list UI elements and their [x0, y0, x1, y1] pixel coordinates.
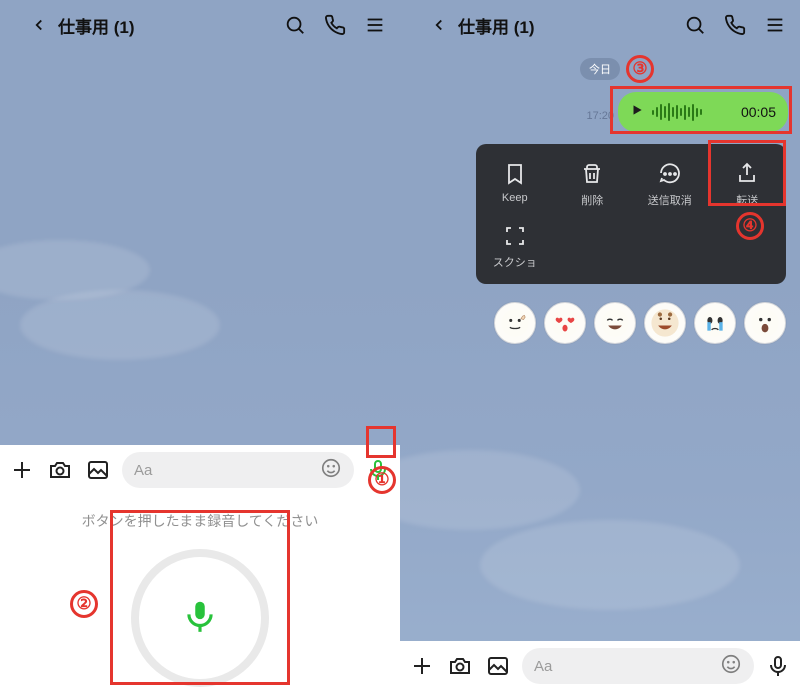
chat-area[interactable]: [0, 50, 400, 445]
reaction-crying[interactable]: [694, 302, 736, 344]
play-icon[interactable]: [630, 103, 644, 122]
chat-area[interactable]: 今日 17:20 00:05 Keep: [400, 50, 800, 641]
context-menu: Keep 削除 送信取消 転送: [476, 144, 786, 284]
message-timestamp: 17:20: [586, 110, 614, 122]
context-screenshot[interactable]: スクショ: [476, 216, 554, 278]
context-forward[interactable]: 転送: [709, 154, 787, 216]
camera-icon[interactable]: [46, 456, 74, 484]
reaction-thumbs-up[interactable]: [494, 302, 536, 344]
mic-icon[interactable]: [764, 652, 792, 680]
menu-icon[interactable]: [762, 12, 788, 38]
menu-icon[interactable]: [362, 12, 388, 38]
plus-icon[interactable]: [408, 652, 436, 680]
gallery-icon[interactable]: [484, 652, 512, 680]
header: 仕事用 (1): [0, 0, 400, 50]
reaction-open-mouth[interactable]: [744, 302, 786, 344]
back-icon[interactable]: [26, 12, 52, 38]
reaction-row: [494, 302, 786, 344]
record-panel: ボタンを押したまま録音してください: [0, 495, 400, 691]
reaction-grin[interactable]: [644, 302, 686, 344]
waveform-icon: [652, 102, 733, 122]
input-bar: Aa: [0, 445, 400, 495]
reaction-laugh[interactable]: [594, 302, 636, 344]
context-keep[interactable]: Keep: [476, 154, 554, 216]
plus-icon[interactable]: [8, 456, 36, 484]
text-input[interactable]: Aa: [122, 452, 354, 488]
input-bar: Aa: [400, 641, 800, 691]
record-button[interactable]: [131, 549, 269, 687]
header: 仕事用 (1): [400, 0, 800, 50]
camera-icon[interactable]: [446, 652, 474, 680]
call-icon[interactable]: [722, 12, 748, 38]
back-icon[interactable]: [426, 12, 452, 38]
search-icon[interactable]: [682, 12, 708, 38]
text-input[interactable]: Aa: [522, 648, 754, 684]
chat-title: 仕事用 (1): [58, 13, 135, 38]
input-placeholder: Aa: [534, 658, 552, 675]
gallery-icon[interactable]: [84, 456, 112, 484]
search-icon[interactable]: [282, 12, 308, 38]
record-mic-icon: [181, 597, 219, 640]
date-badge: 今日: [580, 58, 620, 80]
chat-title: 仕事用 (1): [458, 13, 535, 38]
reaction-heart-eyes[interactable]: [544, 302, 586, 344]
voice-duration: 00:05: [741, 104, 776, 120]
record-hint: ボタンを押したまま録音してください: [0, 511, 400, 531]
emoji-icon[interactable]: [720, 653, 742, 679]
mic-icon[interactable]: [364, 456, 392, 484]
call-icon[interactable]: [322, 12, 348, 38]
phone-left: 仕事用 (1) Aa: [0, 0, 400, 691]
emoji-icon[interactable]: [320, 457, 342, 483]
voice-message[interactable]: 00:05: [618, 92, 788, 132]
input-placeholder: Aa: [134, 462, 152, 479]
phone-right: 仕事用 (1) 今日 17:20 00:05: [400, 0, 800, 691]
context-unsend[interactable]: 送信取消: [631, 154, 709, 216]
context-delete[interactable]: 削除: [554, 154, 632, 216]
